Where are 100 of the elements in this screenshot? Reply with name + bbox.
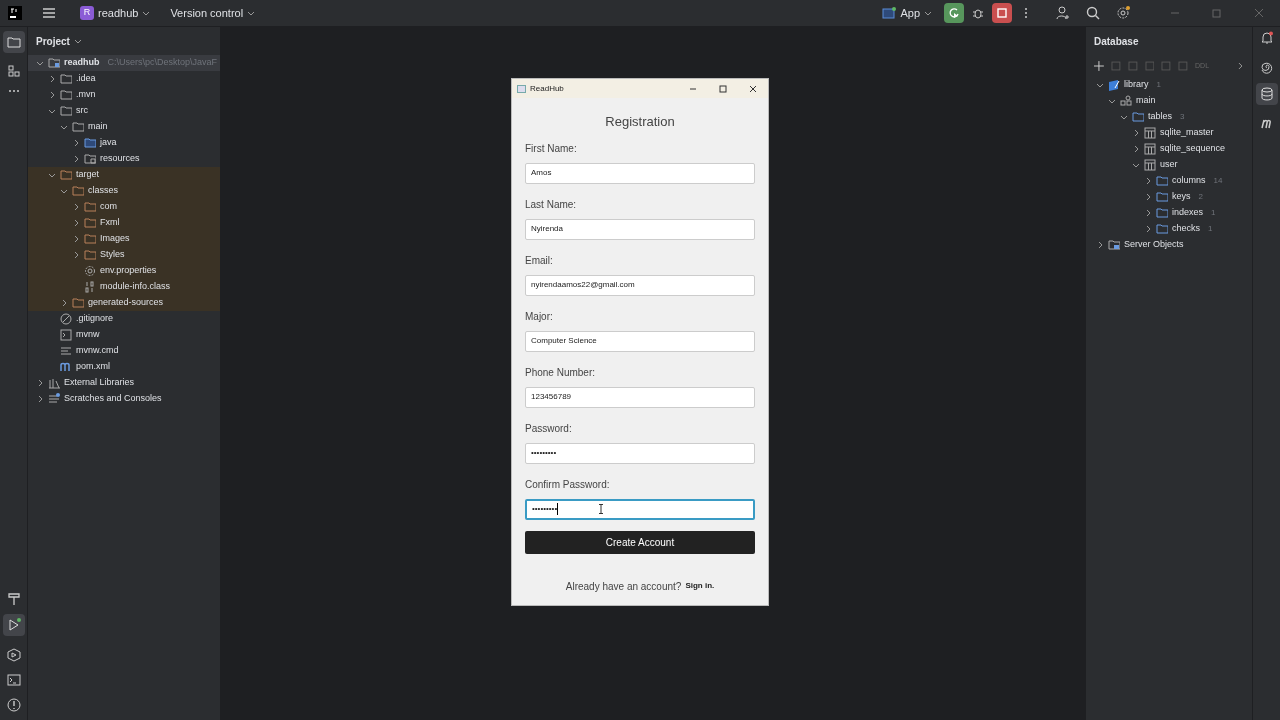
create-account-button[interactable]: Create Account	[525, 530, 755, 554]
folder-icon	[84, 201, 96, 213]
run-tool-button[interactable]	[2, 614, 25, 636]
table-icon	[1144, 127, 1156, 139]
tree-item[interactable]: keys 2	[1086, 189, 1252, 205]
tree-item[interactable]: mvnw.cmd	[28, 343, 220, 359]
folder-icon	[1132, 111, 1144, 123]
settings-icon[interactable]	[1116, 6, 1130, 20]
item-count: 2	[1198, 191, 1203, 203]
terminal-icon[interactable]	[6, 674, 21, 686]
tree-item[interactable]: Styles	[28, 247, 220, 263]
tree-item[interactable]: .gitignore	[28, 311, 220, 327]
field-label: Last Name:	[525, 198, 578, 212]
signin-link[interactable]: Sign in.	[685, 580, 715, 592]
folder-icon	[60, 169, 72, 181]
project-tool-button[interactable]	[2, 31, 25, 53]
item-count: 1	[1208, 223, 1213, 235]
tree-item[interactable]: indexes 1	[1086, 205, 1252, 221]
library-icon	[48, 377, 60, 389]
input-field[interactable]: 123456789	[525, 386, 755, 408]
folder-icon	[60, 73, 72, 85]
italic-m-icon	[60, 361, 72, 373]
more-icon[interactable]	[7, 89, 20, 93]
close-icon[interactable]	[749, 84, 757, 93]
problems-icon[interactable]	[6, 698, 21, 712]
field-label: Email:	[525, 254, 554, 268]
input-field[interactable]: Amos	[525, 162, 755, 184]
rerun-icon	[948, 7, 960, 19]
chevron-right-icon[interactable]	[1236, 62, 1244, 70]
tree-item[interactable]: columns 14	[1086, 173, 1252, 189]
plus-icon[interactable]	[1094, 61, 1104, 71]
chevron-down-icon[interactable]	[36, 59, 44, 67]
input-field[interactable]: •••••••••	[525, 498, 755, 520]
tree-item[interactable]: main	[1086, 93, 1252, 109]
tree-item[interactable]: target	[28, 167, 220, 183]
panel-title: Project	[36, 34, 70, 49]
more-icon[interactable]	[1024, 7, 1028, 19]
tree-item[interactable]: resources	[28, 151, 220, 167]
tree-item[interactable]: .mvn	[28, 87, 220, 103]
add-user-icon[interactable]	[1056, 6, 1070, 20]
vcs-selector[interactable]: Version control	[166, 4, 260, 22]
bell-icon[interactable]	[1259, 31, 1274, 45]
gear-icon	[84, 265, 96, 277]
chevron-down-icon[interactable]	[73, 37, 82, 45]
text-file-icon	[60, 345, 72, 357]
folder-icon	[1156, 191, 1168, 203]
bug-icon[interactable]	[972, 7, 984, 19]
folder-icon	[72, 185, 84, 197]
table-icon	[1144, 159, 1156, 171]
tree-item[interactable]: .idea	[28, 71, 220, 87]
italic-m-icon[interactable]	[1259, 117, 1274, 129]
tree-item[interactable]: user	[1086, 157, 1252, 173]
tree-item[interactable]: mvnw	[28, 327, 220, 343]
tree-item[interactable]: Server Objects	[1086, 237, 1252, 253]
database-tool-button[interactable]	[1255, 83, 1278, 105]
folder-icon	[84, 233, 96, 245]
tree-item[interactable]: com	[28, 199, 220, 215]
stop-icon	[997, 8, 1007, 18]
tree-item[interactable]: env.properties	[28, 263, 220, 279]
stop-button[interactable]	[992, 3, 1012, 23]
tree-item[interactable]: sqlite_master	[1086, 125, 1252, 141]
input-field[interactable]: nyirendaamos22@gmail.com	[525, 274, 755, 296]
tree-item[interactable]: pom.xml	[28, 359, 220, 375]
chevron-right-icon[interactable]	[60, 299, 68, 307]
tree-item[interactable]: Fxml	[28, 215, 220, 231]
database-icon	[1260, 87, 1273, 101]
chevron-right-icon[interactable]	[1096, 241, 1104, 249]
input-field[interactable]: •••••••••	[525, 442, 755, 464]
chevron-down-icon[interactable]	[1132, 161, 1140, 169]
run-config-selector[interactable]: App	[878, 4, 936, 22]
tree-item[interactable]: src	[28, 103, 220, 119]
project-selector[interactable]: R readhub	[76, 4, 155, 22]
folder-icon	[6, 36, 21, 48]
tree-item[interactable]: classes	[28, 183, 220, 199]
search-icon[interactable]	[1086, 6, 1100, 20]
folder-icon	[84, 217, 96, 229]
hammer-icon[interactable]	[7, 592, 20, 606]
tree-item[interactable]: library 1	[1086, 77, 1252, 93]
rerun-button[interactable]	[944, 3, 964, 23]
folder-icon	[72, 121, 84, 133]
tree-item[interactable]: External Libraries	[28, 375, 220, 391]
tree-item[interactable]: module-info.class	[28, 279, 220, 295]
maximize-icon[interactable]	[719, 84, 727, 93]
services-icon[interactable]	[6, 648, 21, 662]
structure-icon[interactable]	[7, 65, 20, 77]
signin-prompt: Already have an account?	[565, 579, 682, 594]
input-field[interactable]: Nyirenda	[525, 218, 755, 240]
tree-item[interactable]: java	[28, 135, 220, 151]
tree-item[interactable]: generated-sources	[28, 295, 220, 311]
menu-icon[interactable]	[42, 7, 56, 19]
tree-item[interactable]: sqlite_sequence	[1086, 141, 1252, 157]
tree-item[interactable]: Scratches and Consoles	[28, 391, 220, 407]
input-field[interactable]: Computer Science	[525, 330, 755, 352]
tree-item[interactable]: Images	[28, 231, 220, 247]
app-logo-icon	[8, 6, 22, 20]
tree-item[interactable]: checks 1	[1086, 221, 1252, 237]
item-count: 14	[1213, 175, 1223, 187]
folder-icon	[1156, 207, 1168, 219]
tree-item[interactable]: main	[28, 119, 220, 135]
spiral-icon[interactable]	[1259, 61, 1274, 75]
